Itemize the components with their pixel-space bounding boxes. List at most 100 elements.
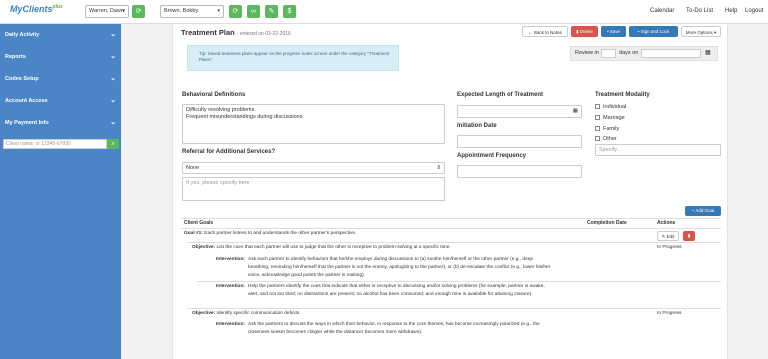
goal-delete-button[interactable]: ▮ (683, 231, 695, 241)
nav-logout[interactable]: Logout (745, 8, 763, 14)
save-label: Save (609, 29, 621, 34)
sidebar-item-reports[interactable]: Reports ⌄ (0, 46, 121, 68)
intervention-label-text: Intervention: (215, 257, 245, 262)
sidebar: Daily Activity ⌄ Reports ⌄ Codes Setup ⌄ Ac… (0, 24, 121, 359)
referral-select[interactable]: None ⇕ (182, 162, 445, 174)
objective-label: Objective: (192, 245, 216, 250)
back-to-notes-label: Back to Notes (533, 30, 562, 35)
more-options-label: More Options (685, 30, 713, 35)
treatment-modality-label: Treatment Modality (595, 92, 650, 98)
add-goal-button[interactable]: + Add Goal (685, 206, 721, 216)
modality-other-checkbox[interactable]: Other (595, 136, 617, 142)
initiation-date-input[interactable] (457, 135, 582, 148)
review-box: Review in days on ▦ (570, 46, 718, 61)
expected-length-input[interactable]: ▦ (457, 105, 582, 118)
sidebar-item-label: Codes Setup (5, 76, 39, 82)
trash-icon: ▮ (687, 233, 691, 238)
chevron-down-icon: ⌄ (110, 97, 116, 104)
caret-down-icon: ▾ (714, 30, 717, 35)
checkbox-icon (595, 104, 600, 109)
objective-status: In Progress (657, 311, 682, 316)
review-days-input[interactable] (601, 49, 616, 58)
pencil-icon: ✎ (268, 8, 275, 15)
behavioral-line-2: Frequent misunderstandings during discus… (186, 114, 305, 120)
intervention-label: Intervention: (200, 256, 245, 264)
nav-todo-list[interactable]: To-Do List (686, 8, 713, 14)
client-select[interactable]: Brown, Bobby ▾ (160, 5, 224, 18)
delete-label: Delete (579, 29, 593, 34)
delete-button[interactable]: ▮ Delete (571, 26, 598, 37)
chevron-down-icon: ⇕ (436, 165, 441, 171)
calendar-icon[interactable]: ▦ (705, 47, 711, 60)
save-button[interactable]: ▪ Save (601, 26, 626, 37)
modality-option-label: Other (603, 136, 617, 142)
review-prefix: Review in (575, 50, 599, 56)
modality-family-checkbox[interactable]: Family (595, 126, 619, 132)
page-title-text: Treatment Plan (181, 28, 235, 37)
client-search-button[interactable]: ⌕ (107, 139, 119, 149)
nav-help[interactable]: Help (725, 8, 737, 14)
sidebar-item-account-access[interactable]: Account Access ⌄ (0, 90, 121, 112)
sidebar-item-payment-info[interactable]: My Payment Info ⌄ (0, 112, 121, 134)
objective-row: Objective: List the cues that each partn… (192, 244, 582, 252)
client-search-input[interactable]: Client name, or 12345-67890 (3, 139, 107, 149)
objective-status: In Progress (657, 245, 682, 250)
client-refresh-button[interactable]: ⟳ (229, 5, 242, 18)
clinician-select[interactable]: Warren, Dawn ▾ (85, 5, 129, 18)
refresh-icon: ⟳ (135, 8, 142, 15)
logo-sup: plus (52, 4, 63, 10)
intervention-text: Ask each partner to identify behaviors t… (248, 257, 551, 278)
modality-specify-input[interactable]: Specify... (595, 144, 721, 156)
behavioral-definitions-label: Behavioral Definitions (182, 92, 246, 98)
edit-label: Edit (666, 234, 675, 239)
clinician-go-button[interactable]: ⟳ (132, 5, 145, 18)
chevron-down-icon: ▾ (122, 8, 125, 14)
goal-edit-button[interactable]: ✎ Edit (657, 231, 679, 241)
client-select-value: Brown, Bobby (164, 8, 199, 14)
initiation-date-label: Initiation Date (457, 123, 497, 129)
refresh-icon: ⟳ (232, 8, 239, 15)
client-billing-button[interactable]: $ (283, 5, 296, 18)
dollar-icon: $ (287, 8, 292, 15)
referral-select-value: None (186, 165, 200, 171)
chevron-down-icon: ⌄ (110, 119, 116, 126)
review-suffix: days on (619, 50, 639, 56)
client-edit-button[interactable]: ✎ (265, 5, 278, 18)
sidebar-item-daily-activity[interactable]: Daily Activity ⌄ (0, 24, 121, 46)
objective-row: Objective: Identify specific communicati… (192, 310, 582, 318)
row-divider (187, 308, 721, 309)
top-bar: MyClientsplus Warren, Dawn ▾ ⟳ Brown, Bob… (0, 0, 768, 24)
behavioral-line-1: Difficulty resolving problems. (186, 107, 256, 113)
back-to-notes-button[interactable]: ← Back to Notes (522, 26, 568, 37)
sign-and-lock-button[interactable]: ▪ Sign and Lock (629, 26, 678, 37)
checkbox-icon (595, 126, 600, 131)
more-options-button[interactable]: More Options ▾ (681, 26, 721, 37)
column-client-goals: Client Goals (184, 220, 214, 226)
modality-individual-checkbox[interactable]: Individual (595, 104, 626, 110)
chevron-down-icon: ▾ (217, 8, 220, 14)
chevron-down-icon: ⌄ (110, 31, 116, 38)
app-logo[interactable]: MyClientsplus (10, 4, 63, 14)
page-title: Treatment Plan - entered on 03-22-2016 (181, 28, 291, 37)
expected-length-label: Expected Length of Treatment (457, 92, 544, 98)
referral-label: Referral for Additional Services? (182, 149, 276, 155)
referral-specify-placeholder: If yes, please specify here (186, 180, 250, 186)
goal-row: Goal #1: Each partner listens to and und… (184, 230, 574, 238)
modality-marriage-checkbox[interactable]: Marriage (595, 115, 625, 121)
appointment-frequency-input[interactable] (457, 165, 582, 178)
sidebar-item-codes-setup[interactable]: Codes Setup ⌄ (0, 68, 121, 90)
client-link-button[interactable]: ∞ (247, 5, 260, 18)
intervention-label-text: Intervention: (215, 284, 245, 289)
checkbox-icon (595, 136, 600, 141)
treatment-plan-panel: Treatment Plan - entered on 03-22-2016 ←… (172, 24, 728, 359)
objective-text: List the cues that each partner will use… (216, 245, 451, 250)
checkbox-icon (595, 115, 600, 120)
referral-specify-textarea[interactable]: If yes, please specify here (182, 177, 445, 201)
behavioral-definitions-textarea[interactable]: Difficulty resolving problems. Frequent … (182, 104, 445, 144)
review-date-input[interactable] (641, 49, 701, 58)
chevron-down-icon: ⌄ (110, 75, 116, 82)
sidebar-item-label: Account Access (5, 98, 48, 104)
column-completion-date: Completion Date (587, 220, 627, 226)
calendar-icon[interactable]: ▦ (573, 108, 578, 115)
nav-calendar[interactable]: Calendar (650, 8, 674, 14)
